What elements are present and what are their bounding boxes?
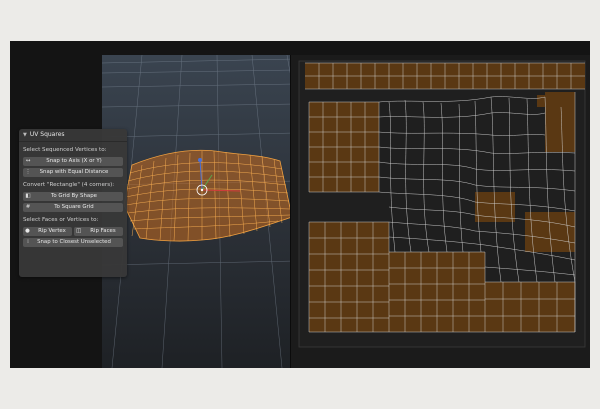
mesh-object (123, 149, 293, 242)
hash-grid-icon: # (25, 204, 31, 210)
chevron-down-icon[interactable]: ▼ (23, 129, 27, 141)
snap-icon: ⁞ (27, 239, 29, 245)
uv-canvas (298, 60, 586, 348)
viewport-canvas (102, 55, 295, 368)
vertical-dots-icon: ⋮ (25, 169, 31, 175)
dot-icon: ● (25, 228, 30, 234)
split-faces-icon: ◫ (75, 228, 82, 234)
rip-vertex-button[interactable]: ● Rip Vertex (23, 227, 72, 236)
square-grid-icon: ◧ (25, 193, 31, 199)
3d-viewport[interactable] (102, 55, 295, 368)
snap-equal-distance-button[interactable]: ⋮ Snap with Equal Distance (23, 168, 123, 177)
horizontal-arrows-icon: ↔ (25, 158, 31, 164)
to-grid-by-shape-button[interactable]: ◧ To Grid By Shape (23, 192, 123, 201)
panel-header[interactable]: ▼ UV Squares (19, 129, 127, 142)
section-faces-label: Select Faces or Vertices to: (23, 217, 99, 223)
snap-to-axis-button[interactable]: ↔ Snap to Axis (X or Y) (23, 157, 123, 166)
to-square-grid-button[interactable]: # To Square Grid (23, 203, 123, 212)
section-convert-label: Convert "Rectangle" (4 corners): (23, 182, 115, 188)
uv-editor[interactable] (291, 55, 590, 368)
section-sequenced-label: Select Sequenced Vertices to: (23, 147, 107, 153)
snap-to-closest-unselected-button[interactable]: ⁞ Snap to Closest Unselected (23, 238, 123, 247)
uv-squares-panel: ▼ UV Squares Select Sequenced Vertices t… (19, 129, 127, 277)
blender-window: ▼ UV Squares Select Sequenced Vertices t… (10, 41, 590, 368)
rip-faces-button[interactable]: ◫ Rip Faces (74, 227, 123, 236)
panel-title: UV Squares (29, 131, 65, 138)
